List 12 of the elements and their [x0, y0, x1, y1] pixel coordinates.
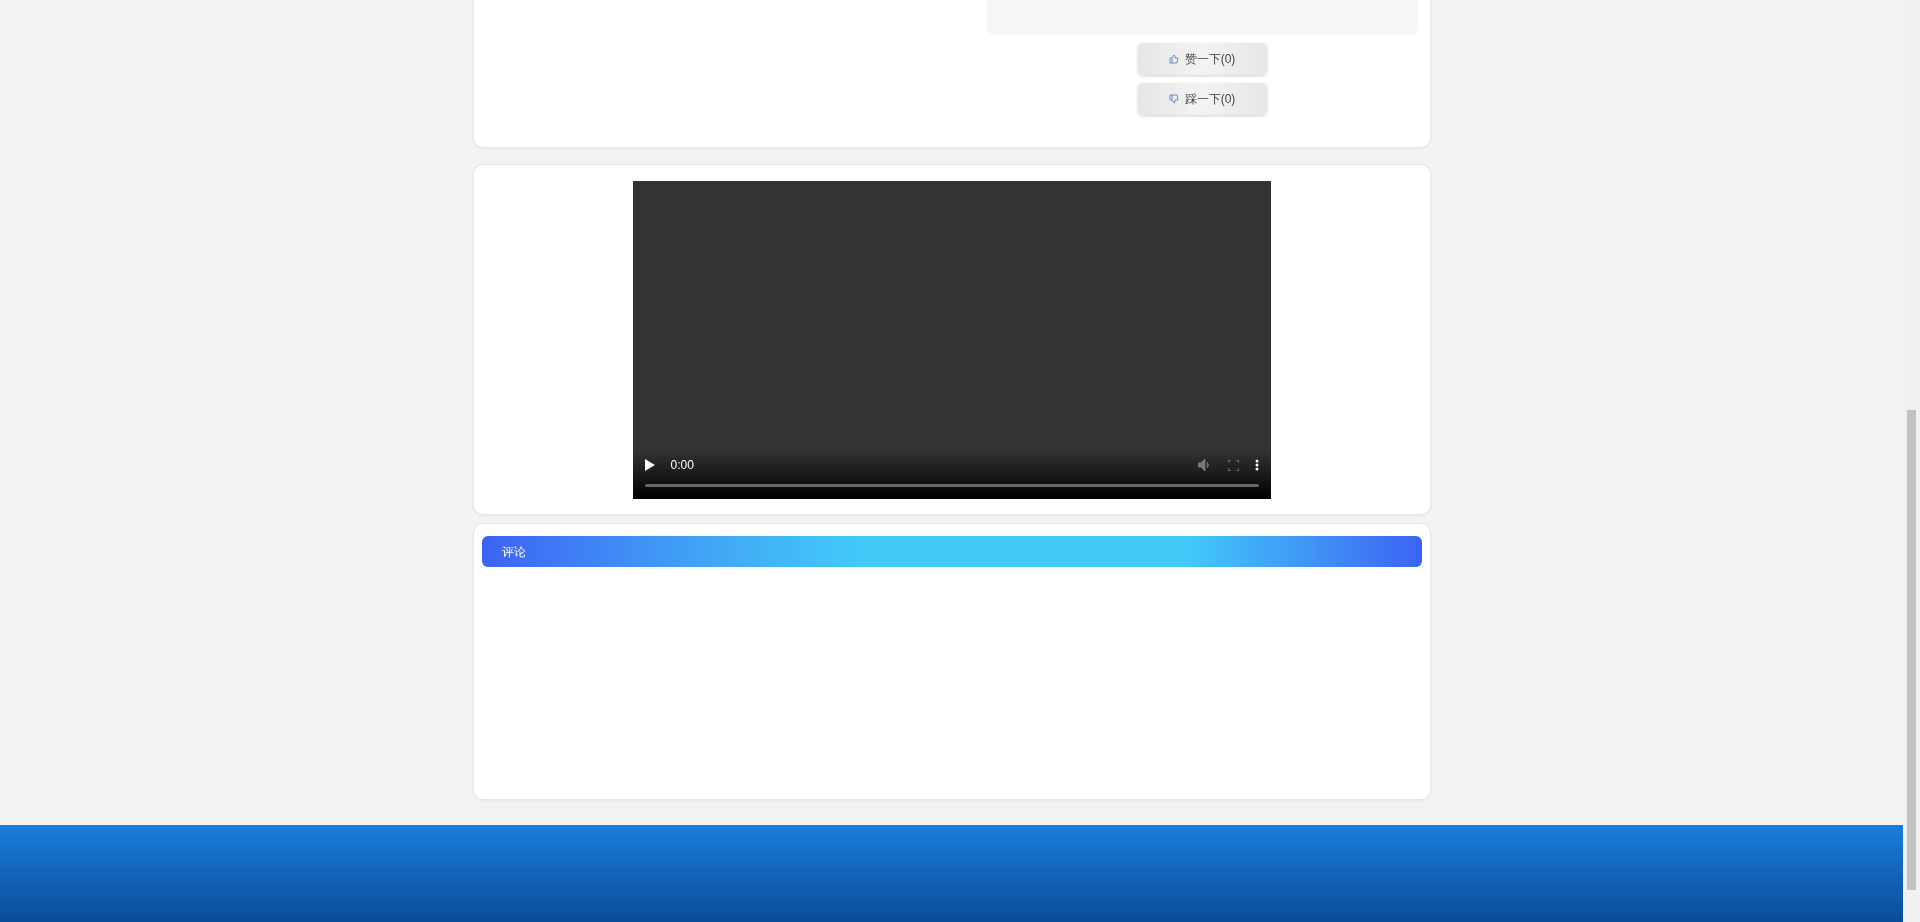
like-button[interactable]: 赞一下(0) [1137, 43, 1267, 75]
volume-icon[interactable] [1197, 459, 1212, 471]
thumbs-up-icon [1168, 54, 1179, 64]
scrollbar-thumb[interactable] [1907, 410, 1916, 890]
fullscreen-icon[interactable] [1227, 459, 1239, 471]
comments-header: 评论 [481, 536, 1422, 567]
video-player[interactable]: 0:00 [632, 181, 1271, 499]
play-icon[interactable] [644, 459, 655, 471]
thumbs-down-icon [1168, 94, 1179, 104]
more-icon[interactable] [1254, 459, 1259, 471]
time-display: 0:00 [670, 457, 694, 474]
dislike-button[interactable]: 踩一下(0) [1137, 83, 1267, 115]
